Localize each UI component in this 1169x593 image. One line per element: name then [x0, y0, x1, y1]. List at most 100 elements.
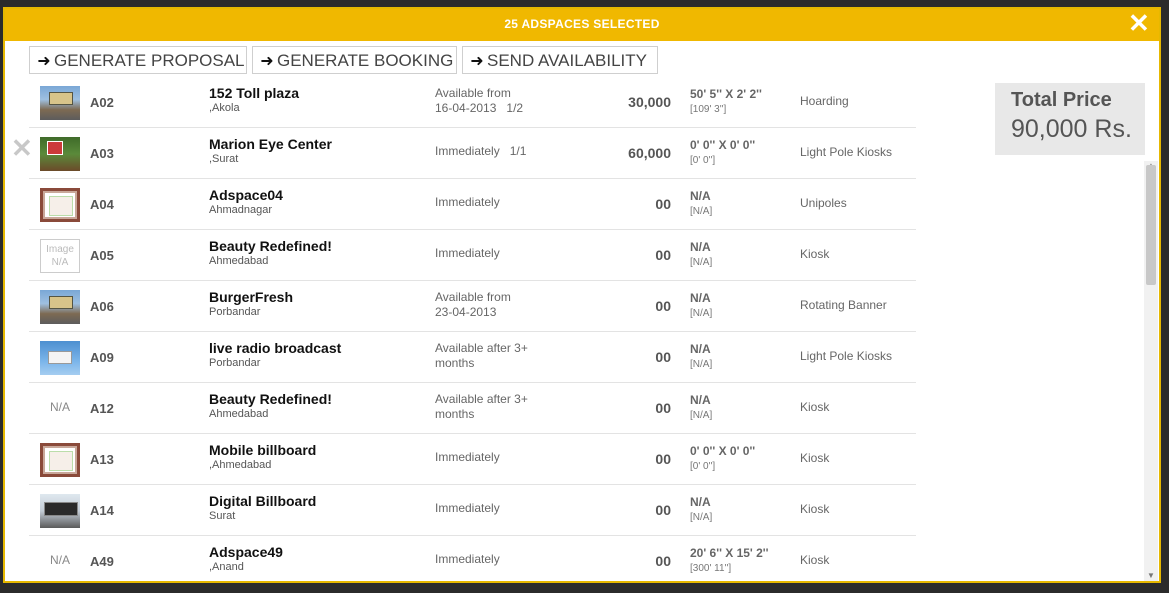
adspace-price: 00	[655, 553, 671, 569]
adspace-code: A02	[90, 95, 114, 110]
table-row[interactable]: N/A A49 Adspace49 ,Anand Immediately 00 20' 6'…	[29, 536, 916, 581]
table-row[interactable]: A06 BurgerFresh Porbandar Available from 23-…	[29, 281, 916, 332]
generate-proposal-button[interactable]: ➜ GENERATE PROPOSAL	[29, 46, 247, 74]
adspace-name[interactable]: Digital Billboard	[209, 493, 316, 509]
adspace-location: ,Surat	[209, 153, 239, 165]
thumbnail-na-text: N/A	[49, 553, 70, 567]
availability-cell: Available from 23-04-2013	[435, 290, 575, 320]
adspace-price: 00	[655, 247, 671, 263]
adspace-area: [109' 3'']	[690, 104, 727, 115]
adspace-name[interactable]: Mobile billboard	[209, 442, 316, 458]
adspace-name[interactable]: Adspace49	[209, 544, 283, 560]
send-availability-label: SEND AVAILABILITY	[487, 51, 647, 70]
adspace-name[interactable]: BurgerFresh	[209, 289, 293, 305]
adspace-location: ,Akola	[209, 102, 240, 114]
generate-proposal-label: GENERATE PROPOSAL	[54, 51, 245, 70]
adspace-name[interactable]: 152 Toll plaza	[209, 85, 299, 101]
availability-cell: Available after 3+ months	[435, 392, 575, 422]
table-row[interactable]: A14 Digital Billboard Surat Immediately 00 N/…	[29, 485, 916, 536]
adspace-type: Light Pole Kiosks	[800, 349, 893, 363]
adspace-area: [N/A]	[690, 410, 713, 421]
availability-date: 16-04-2013	[435, 101, 497, 115]
adspace-code: A13	[90, 452, 114, 467]
scrollbar-thumb[interactable]	[1146, 165, 1156, 285]
adspace-thumbnail[interactable]	[40, 443, 80, 477]
adspace-name[interactable]: Adspace04	[209, 187, 283, 203]
adspace-size: N/A	[690, 342, 711, 356]
adspace-size: N/A	[690, 240, 711, 254]
close-icon[interactable]: ✕	[1127, 10, 1151, 36]
adspace-thumbnail[interactable]	[40, 137, 80, 171]
adspace-size: 20' 6'' X 15' 2''	[690, 546, 769, 560]
total-price-panel: Total Price 90,000 Rs.	[995, 83, 1145, 155]
adspace-size: 0' 0'' X 0' 0''	[690, 138, 756, 152]
adspace-table: A02 152 Toll plaza ,Akola Available from 16-…	[29, 78, 916, 581]
table-row[interactable]: Image N/A A05 Beauty Redefined! Ahmedabad Im…	[29, 230, 916, 281]
availability-cell: Immediately	[435, 195, 575, 210]
availability-cell: Immediately	[435, 246, 575, 261]
adspace-code: A05	[90, 248, 114, 263]
adspace-size: N/A	[690, 189, 711, 203]
adspace-area: [N/A]	[690, 512, 713, 523]
table-row[interactable]: A02 152 Toll plaza ,Akola Available from 16-…	[29, 78, 916, 128]
adspace-code: A14	[90, 503, 114, 518]
adspace-name[interactable]: Beauty Redefined!	[209, 238, 332, 254]
adspace-name[interactable]: live radio broadcast	[209, 340, 341, 356]
availability-qty: 1/1	[509, 144, 527, 158]
adspace-code: A06	[90, 299, 114, 314]
adspace-type: Kiosk	[800, 553, 830, 567]
send-availability-button[interactable]: ➜ SEND AVAILABILITY	[462, 46, 658, 74]
availability-cell: Available after 3+ months	[435, 341, 575, 371]
total-price-label: Total Price	[1011, 89, 1112, 111]
adspace-type: Unipoles	[800, 196, 847, 210]
adspace-price: 00	[655, 451, 671, 467]
modal-title: 25 ADSPACES SELECTED	[504, 17, 660, 31]
adspace-thumbnail[interactable]	[40, 494, 80, 528]
table-row[interactable]: N/A A12 Beauty Redefined! Ahmedabad Availabl…	[29, 383, 916, 434]
arrow-right-icon: ➜	[37, 53, 51, 70]
availability-text: Immediately	[435, 144, 500, 158]
adspace-location: Porbandar	[209, 357, 261, 369]
adspace-size: N/A	[690, 495, 711, 509]
adspace-thumbnail[interactable]	[40, 290, 80, 324]
adspace-price: 00	[655, 298, 671, 314]
adspace-price: 00	[655, 349, 671, 365]
availability-date: 23-04-2013	[435, 305, 497, 319]
availability-text: Immediately	[435, 450, 500, 464]
availability-text: Immediately	[435, 246, 500, 260]
adspace-name[interactable]: Beauty Redefined!	[209, 391, 332, 407]
adspace-area: [0' 0'']	[690, 461, 716, 472]
adspace-location: Surat	[209, 510, 236, 522]
adspace-name[interactable]: Marion Eye Center	[209, 136, 332, 152]
availability-date: months	[435, 407, 475, 421]
table-row[interactable]: A03 Marion Eye Center ,Surat Immediately 1/1…	[29, 128, 916, 179]
generate-booking-button[interactable]: ➜ GENERATE BOOKING	[252, 46, 457, 74]
adspace-location: Ahmedabad	[209, 255, 269, 267]
adspace-code: A49	[90, 554, 114, 569]
table-row[interactable]: A13 Mobile billboard ,Ahmedabad Immediately…	[29, 434, 916, 485]
selected-adspaces-modal: 25 ADSPACES SELECTED ✕ ➜ GENERATE PROPOSA…	[3, 7, 1161, 583]
adspace-price: 30,000	[628, 94, 671, 110]
table-row[interactable]: A09 live radio broadcast Porbandar Availabl…	[29, 332, 916, 383]
availability-text: Available from	[435, 86, 511, 100]
modal-header: 25 ADSPACES SELECTED ✕	[5, 9, 1159, 41]
adspace-type: Kiosk	[800, 502, 830, 516]
availability-cell: Immediately 1/1	[435, 144, 575, 159]
scroll-down-icon[interactable]: ▼	[1146, 571, 1156, 580]
availability-cell: Immediately	[435, 450, 575, 465]
total-price-value: 90,000 Rs.	[1011, 115, 1132, 143]
adspace-location: ,Anand	[209, 561, 244, 573]
thumbnail-na-text: N/A	[49, 400, 70, 414]
adspace-area: [N/A]	[690, 308, 713, 319]
availability-text: Immediately	[435, 501, 500, 515]
adspace-area: [N/A]	[690, 206, 713, 217]
adspace-thumbnail[interactable]	[40, 341, 80, 375]
availability-cell: Immediately	[435, 552, 575, 567]
table-row[interactable]: A04 Adspace04 Ahmadnagar Immediately 00 N/A [N…	[29, 179, 916, 230]
adspace-thumbnail[interactable]	[40, 86, 80, 120]
adspace-location: Ahmedabad	[209, 408, 269, 420]
adspace-code: A09	[90, 350, 114, 365]
adspace-price: 00	[655, 196, 671, 212]
thumbnail-placeholder[interactable]: Image N/A	[40, 239, 80, 273]
adspace-thumbnail[interactable]	[40, 188, 80, 222]
